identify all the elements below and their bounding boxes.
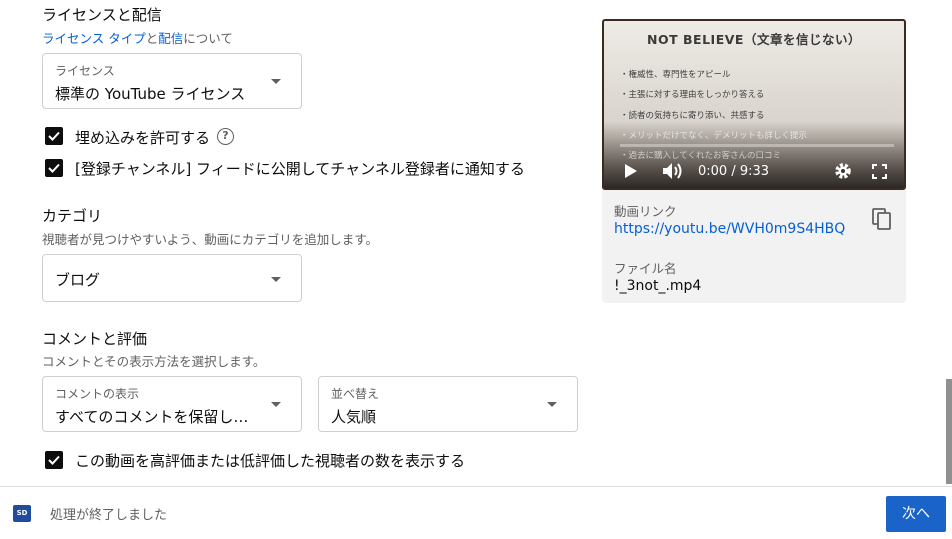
- comments-subtitle: コメントとその表示方法を選択します。: [42, 354, 266, 369]
- comment-sort-select[interactable]: 並べ替え 人気順: [318, 376, 578, 432]
- slide-bullet: ・主張に対する理由をしっかり答える: [620, 90, 765, 100]
- chevron-down-icon: [271, 277, 281, 282]
- slide-title: NOT BELIEVE（文章を信じない）: [647, 32, 861, 47]
- video-progress-bar[interactable]: [620, 144, 894, 147]
- video-controls: 0:00 / 9:33: [604, 151, 904, 188]
- copy-icon[interactable]: [872, 208, 892, 230]
- category-subtitle: 視聴者が見つけやすいよう、動画にカテゴリを追加します。: [42, 232, 379, 247]
- license-type-link[interactable]: ライセンス タイプ: [42, 31, 146, 46]
- category-select-value: ブログ: [55, 271, 101, 289]
- show-ratings-checkbox[interactable]: [45, 451, 63, 469]
- comments-section-title: コメントと評価: [42, 330, 148, 348]
- chevron-down-icon: [271, 79, 281, 84]
- license-sub-joiner: と: [145, 31, 159, 46]
- license-subtitle: ライセンス タイプと配信について: [42, 28, 233, 47]
- processing-status: 処理が終了しました: [50, 508, 168, 523]
- distribution-link[interactable]: 配信: [158, 31, 183, 46]
- help-icon[interactable]: ?: [217, 128, 234, 145]
- video-player[interactable]: NOT BELIEVE（文章を信じない） ・権威性、専門性をアピール ・主張に対…: [602, 19, 906, 190]
- notify-subscribers-label: [登録チャンネル] フィードに公開してチャンネル登録者に通知する: [75, 160, 525, 178]
- play-icon[interactable]: [624, 163, 638, 179]
- comment-visibility-label: コメントの表示: [55, 387, 140, 401]
- license-sub-end: について: [183, 31, 233, 46]
- filename-value: !_3not_.mp4: [614, 278, 702, 294]
- check-icon: [48, 455, 60, 465]
- check-icon: [48, 163, 60, 173]
- category-select[interactable]: ブログ: [42, 254, 302, 302]
- video-time: 0:00 / 9:33: [698, 164, 770, 179]
- comment-sort-value: 人気順: [331, 408, 377, 426]
- comment-visibility-value: すべてのコメントを保留し…: [55, 408, 249, 426]
- license-select-value: 標準の YouTube ライセンス: [55, 85, 246, 103]
- next-button[interactable]: 次へ: [886, 496, 946, 532]
- scrollbar-thumb[interactable]: [946, 379, 952, 484]
- video-link-label: 動画リンク: [614, 204, 677, 219]
- slide-bullet: ・メリットだけでなく、デメリットも詳しく提示: [620, 131, 808, 141]
- comment-sort-label: 並べ替え: [331, 387, 380, 401]
- license-select-label: ライセンス: [55, 64, 115, 78]
- slide-bullet: ・読者の気持ちに寄り添い、共感する: [620, 111, 765, 121]
- show-ratings-label: この動画を高評価または低評価した視聴者の数を表示する: [75, 452, 466, 470]
- comment-visibility-select[interactable]: コメントの表示 すべてのコメントを保留し…: [42, 376, 302, 432]
- footer-bar: SD 処理が終了しました 次へ: [0, 486, 952, 539]
- chevron-down-icon: [271, 402, 281, 407]
- volume-icon[interactable]: [662, 161, 684, 181]
- license-section-title: ライセンスと配信: [42, 6, 162, 24]
- embed-checkbox[interactable]: [45, 127, 63, 145]
- slide-bullet: ・権威性、専門性をアピール: [620, 70, 731, 80]
- gear-icon[interactable]: [834, 162, 852, 180]
- check-icon: [48, 131, 60, 141]
- embed-checkbox-label: 埋め込みを許可する: [75, 129, 211, 147]
- sd-badge-icon: SD: [13, 505, 31, 522]
- category-section-title: カテゴリ: [42, 207, 103, 225]
- license-select[interactable]: ライセンス 標準の YouTube ライセンス: [42, 53, 302, 109]
- chevron-down-icon: [547, 402, 557, 407]
- video-link[interactable]: https://youtu.be/WVH0m9S4HBQ: [614, 221, 845, 237]
- fullscreen-icon[interactable]: [872, 164, 887, 179]
- notify-subscribers-checkbox[interactable]: [45, 159, 63, 177]
- filename-label: ファイル名: [614, 261, 677, 276]
